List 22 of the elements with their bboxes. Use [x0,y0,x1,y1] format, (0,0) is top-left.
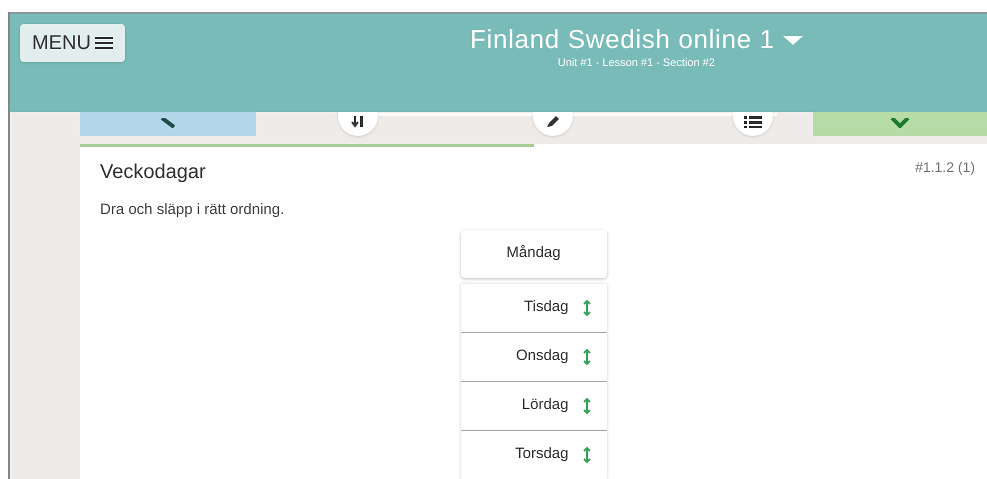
exercise-title: Veckodagar [100,160,206,185]
drag-handle-icon [582,300,590,316]
drag-handle-icon [582,348,590,364]
list-icon [744,116,762,128]
sort-icon [351,116,365,128]
drag-handle-icon [582,398,590,414]
draggable-item[interactable]: Torsdag [460,430,606,479]
menu-button[interactable]: MENU [20,24,125,62]
instruction-text: Dra och släpp i rätt ordning. [100,200,286,220]
step-button[interactable] [533,110,573,136]
check-icon [890,118,910,128]
step-button[interactable] [338,110,378,136]
course-title: Finland Swedish online 1 [470,23,775,56]
draggable-item[interactable]: Lördag [460,382,606,430]
draggable-item[interactable]: Tisdag [460,284,606,332]
fixed-item: Måndag [460,230,606,278]
course-subtitle: Unit #1 - Lesson #1 - Section #2 [558,56,715,71]
menu-icon [94,36,113,50]
drag-handle-icon [582,446,590,462]
step-button[interactable] [733,110,773,136]
draggable-item[interactable]: Onsdag [460,332,606,382]
exercise-number: #1.1.2 (1) [915,158,975,177]
